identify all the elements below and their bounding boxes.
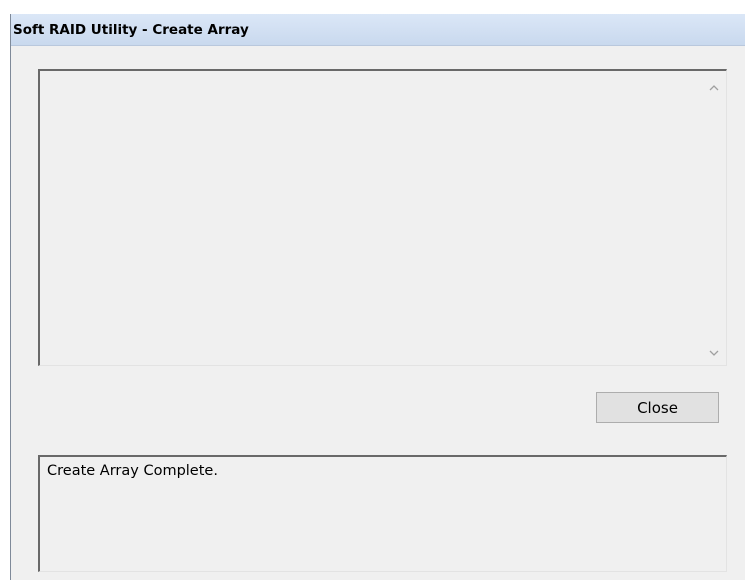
chevron-up-icon	[709, 76, 719, 95]
title-bar[interactable]: Soft RAID Utility - Create Array	[11, 14, 745, 46]
vertical-scrollbar[interactable]	[702, 71, 726, 365]
window-title: Soft RAID Utility - Create Array	[13, 22, 249, 38]
dialog-window: Soft RAID Utility - Create Array Close C…	[10, 14, 745, 580]
scroll-down-button[interactable]	[702, 339, 726, 363]
scroll-track[interactable]	[702, 97, 726, 339]
status-textarea[interactable]: Create Array Complete.	[38, 455, 727, 572]
scroll-up-button[interactable]	[702, 73, 726, 97]
close-button[interactable]: Close	[596, 392, 719, 423]
log-textarea[interactable]	[38, 69, 727, 366]
chevron-down-icon	[709, 342, 719, 361]
status-message: Create Array Complete.	[47, 463, 218, 479]
